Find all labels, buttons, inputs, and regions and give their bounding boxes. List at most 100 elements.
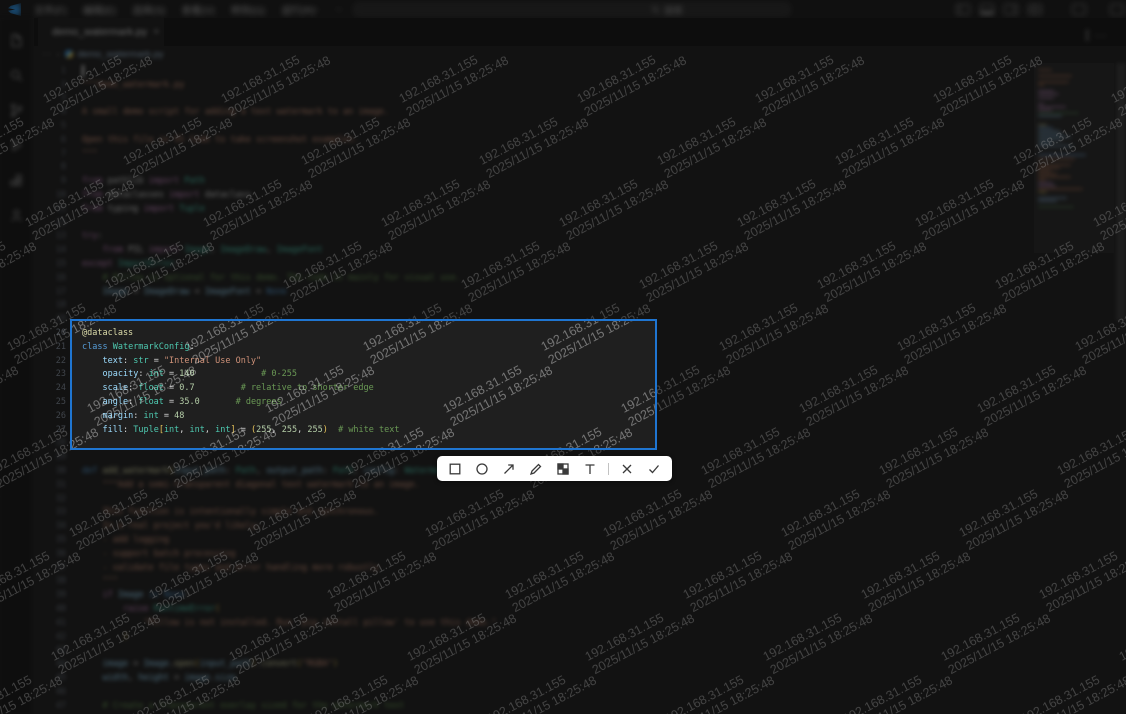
customize-layout-icon[interactable] [1028, 4, 1042, 15]
minimap[interactable] [1036, 63, 1110, 703]
minimap-line [1038, 97, 1054, 99]
menu-bar[interactable]: 文件(F)编辑(E)选择(S)查看(V)转到(G)运行(R) [30, 0, 319, 18]
menu-item[interactable]: 文件(F) [30, 1, 71, 18]
vscode-logo [8, 3, 21, 16]
activity-bar[interactable] [0, 18, 33, 714]
minimap-line [1038, 197, 1067, 199]
line-number: 43 [34, 645, 76, 655]
code-line[interactable]: 13try: [34, 230, 1034, 244]
command-center-search[interactable]: 搜索 [353, 2, 791, 17]
line-content: In a real project you'd likely: [82, 521, 261, 531]
line-number: 45 [34, 673, 76, 683]
toggle-sidebar-icon[interactable] [956, 4, 970, 15]
vertical-scrollbar[interactable] [1116, 63, 1126, 714]
capture-selection-rect[interactable] [70, 319, 657, 450]
code-line[interactable]: 1 [34, 64, 1034, 78]
minimap-line [1038, 176, 1071, 178]
code-line[interactable]: 39 if Image is None: [34, 588, 1034, 602]
line-content: """ [82, 149, 97, 159]
menu-item[interactable]: 转到(G) [227, 1, 269, 18]
code-line[interactable]: 17 Image = ImageDraw = ImageFont = None [34, 285, 1034, 299]
code-line[interactable]: 34 In a real project you'd likely: [34, 519, 1034, 533]
breadcrumb-root[interactable]: ⋯ [42, 49, 52, 60]
editor-actions[interactable]: ⫿⋯ [1085, 30, 1112, 43]
code-line[interactable]: 40 raise RuntimeError( [34, 602, 1034, 616]
code-line[interactable]: 2"""demo_watermark.py [34, 78, 1034, 92]
code-line[interactable]: 45 width, height = image.size [34, 671, 1034, 685]
tab-demo-watermark[interactable]: demo_watermark.py × [38, 18, 164, 46]
code-line[interactable]: 3 [34, 92, 1034, 106]
toggle-secondary-sidebar-icon[interactable] [1004, 4, 1018, 15]
code-line[interactable]: 8 [34, 161, 1034, 175]
code-line[interactable]: 6Open this file in VS Code to take scree… [34, 133, 1034, 147]
line-number: 11 [34, 204, 76, 214]
tool-arrow-button[interactable] [500, 459, 518, 479]
breadcrumb-file[interactable]: demo_watermark.py [78, 49, 164, 60]
tool-rectangle-button[interactable] [446, 459, 464, 479]
line-content: This function is intentionally simple an… [82, 507, 379, 517]
nav-back-button[interactable]: ← [312, 3, 322, 14]
code-line[interactable]: 41 "Pillow is not installed. Run 'pip in… [34, 616, 1034, 630]
search-icon[interactable] [6, 65, 26, 85]
code-line[interactable]: 44 image = Image.open(input_path).conver… [34, 657, 1034, 671]
line-number: 2 [34, 80, 76, 90]
extensions-icon[interactable] [6, 170, 26, 190]
account-icon[interactable] [6, 205, 26, 225]
line-number: 32 [34, 494, 76, 504]
line-number: 35 [34, 535, 76, 545]
line-content: # Create a transparent overlay sized for… [82, 701, 404, 711]
scrollbar-thumb[interactable] [1116, 63, 1126, 321]
code-line[interactable]: 37 - validate file types and error handl… [34, 561, 1034, 575]
code-line[interactable]: 15except ImportError: [34, 257, 1034, 271]
line-number: 9 [34, 176, 76, 186]
code-line[interactable]: 35 - add logging [34, 533, 1034, 547]
line-content: from pathlib import Path [82, 176, 205, 186]
line-number: 17 [34, 287, 76, 297]
nav-forward-button[interactable]: → [333, 3, 343, 14]
menu-item[interactable]: 编辑(E) [79, 1, 120, 18]
code-line[interactable]: 9 from pathlib import Path [34, 174, 1034, 188]
menu-item[interactable]: 选择(S) [128, 1, 169, 18]
tool-mosaic-button[interactable] [554, 459, 572, 479]
code-line[interactable]: 4A small demo script for adding a text w… [34, 105, 1034, 119]
code-line[interactable]: 32 [34, 492, 1034, 506]
menu-item[interactable]: 查看(V) [177, 1, 218, 18]
code-line[interactable]: 14 from PIL import Image, ImageDraw, Ima… [34, 243, 1034, 257]
minimap-line [1038, 139, 1062, 141]
code-line[interactable]: 11from typing import Tuple [34, 202, 1034, 216]
line-number: 37 [34, 563, 76, 573]
line-number: 39 [34, 590, 76, 600]
code-line[interactable]: 42 ) [34, 630, 1034, 644]
tool-pen-button[interactable] [527, 459, 545, 479]
line-number: 12 [34, 218, 76, 228]
minimap-line [1038, 182, 1053, 184]
explorer-icon[interactable] [6, 30, 26, 50]
code-line[interactable]: 43 [34, 643, 1034, 657]
tool-text-button[interactable] [581, 459, 599, 479]
code-line[interactable]: 5 [34, 119, 1034, 133]
line-number: 44 [34, 659, 76, 669]
line-number: 3 [34, 93, 76, 103]
code-line[interactable]: 47 # Create a transparent overlay sized … [34, 699, 1034, 713]
breadcrumb[interactable]: ⋯ › demo_watermark.py [34, 46, 1126, 62]
tool-ellipse-button[interactable] [473, 459, 491, 479]
code-line[interactable]: 38 """ [34, 574, 1034, 588]
run-debug-icon[interactable] [6, 135, 26, 155]
code-line[interactable]: 16 # Pillow is optional for this demo. T… [34, 271, 1034, 285]
toggle-panel-icon[interactable] [980, 4, 994, 15]
menu-overflow-button[interactable]: ··· [284, 2, 294, 13]
tool-cancel-button[interactable] [618, 459, 636, 479]
code-line[interactable]: 33 This function is intentionally simple… [34, 506, 1034, 520]
code-line[interactable]: 46 [34, 685, 1034, 699]
code-line[interactable]: 36 - support batch processing [34, 547, 1034, 561]
notifications-icon[interactable] [1072, 4, 1086, 15]
code-line[interactable]: 7""" [34, 147, 1034, 161]
code-line[interactable]: 12 [34, 216, 1034, 230]
window-controls-icon[interactable] [1110, 4, 1124, 15]
code-line[interactable]: 18 [34, 299, 1034, 313]
line-content: Image = ImageDraw = ImageFont = None [82, 287, 287, 297]
tab-close-icon[interactable]: × [153, 26, 159, 38]
tool-confirm-button[interactable] [645, 459, 663, 479]
source-control-icon[interactable] [6, 100, 26, 120]
code-line[interactable]: 10from dataclasses import dataclass [34, 188, 1034, 202]
